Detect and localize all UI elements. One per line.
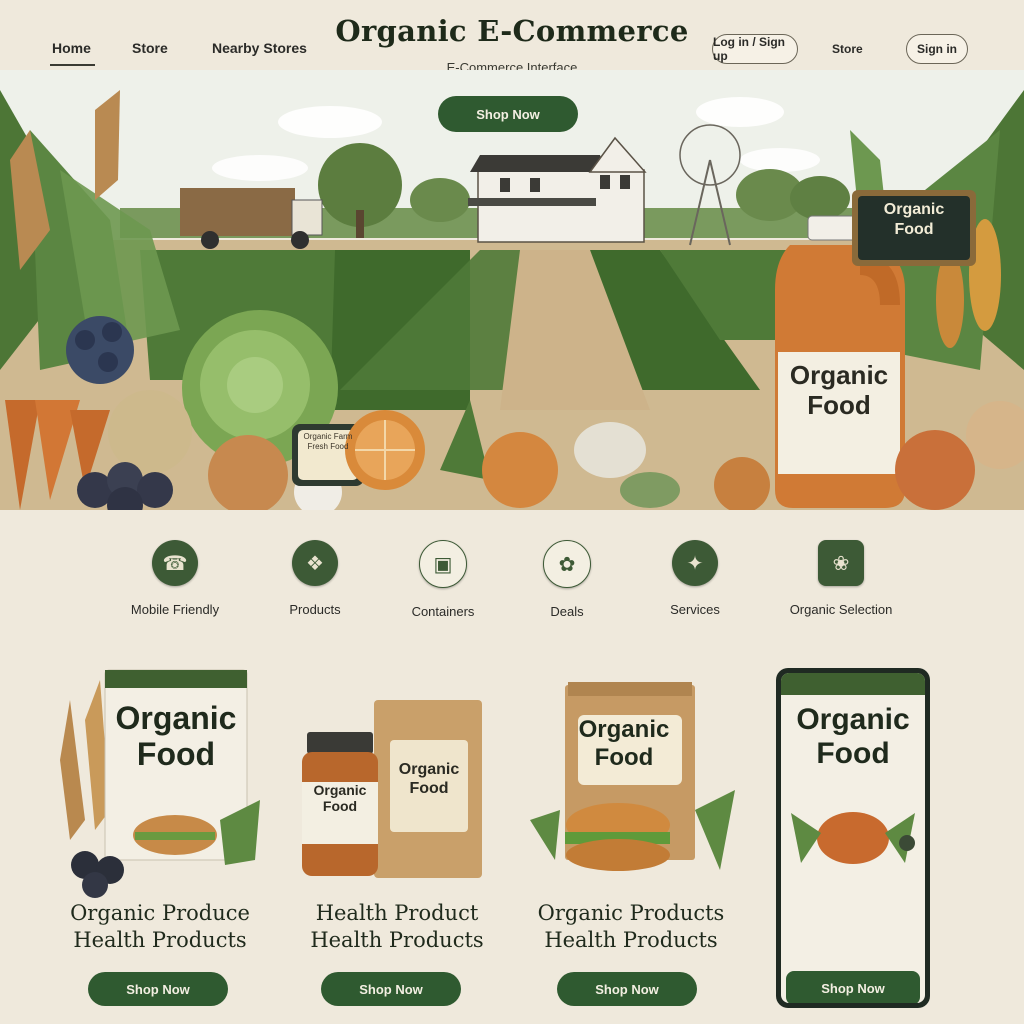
product-4-pack-label: Organic Food — [796, 703, 910, 770]
hero-shop-button[interactable]: Shop Now — [438, 96, 578, 132]
feature-organic-selection[interactable]: ❀ Organic Selection — [771, 540, 911, 617]
product-1-pack-label: Organic Food — [115, 700, 237, 772]
product-title-line: Health Product — [315, 901, 479, 925]
basket-icon: ❖ — [292, 540, 338, 586]
product-subtitle-line: Health Products — [73, 928, 247, 952]
product-subtitle-line: Health Products — [544, 928, 718, 952]
product-title-line: Organic Products — [537, 901, 725, 925]
product-2-jar-label: Organic Food — [313, 782, 367, 814]
phone-mockup: Organic Food Shop Now — [776, 668, 930, 1008]
hero-farm-illustration — [0, 70, 1024, 530]
phone-screen: Organic Food Shop Now — [781, 673, 925, 1003]
product-1-shop-button[interactable]: Shop Now — [88, 972, 228, 1006]
feature-services[interactable]: ✦ Services — [625, 540, 765, 617]
pack-top-band — [781, 673, 925, 695]
product-1-image — [60, 669, 260, 898]
product-2-shop-button[interactable]: Shop Now — [321, 972, 461, 1006]
feature-label: Deals — [550, 604, 584, 619]
product-4-shop-button[interactable]: Shop Now — [786, 971, 920, 1003]
product-2-title: Health Product Health Products — [277, 900, 517, 954]
product-title-line: Organic Produce — [70, 901, 250, 925]
product-3-image — [530, 682, 735, 871]
jar-icon: ▣ — [419, 540, 467, 588]
site-title: Organic E-Commerce — [335, 14, 689, 48]
nav-store-right[interactable]: Store — [832, 42, 863, 56]
small-produce-sign: Organic Farm Fresh Food — [303, 432, 353, 451]
feature-label: Organic Selection — [789, 602, 893, 617]
feature-products[interactable]: ❖ Products — [245, 540, 385, 617]
product-1-title: Organic Produce Health Products — [40, 900, 280, 954]
product-subtitle-line: Health Products — [310, 928, 484, 952]
organic-food-sign: Organic Food — [883, 201, 945, 238]
feature-label: Containers — [411, 604, 475, 619]
tag-icon: ✿ — [543, 540, 591, 588]
product-3-pack-label: Organic Food — [578, 716, 670, 771]
product-2-pack-label: Organic Food — [398, 761, 460, 797]
leaf-icon: ❀ — [818, 540, 864, 586]
account-pill[interactable]: Log in / Sign up — [712, 34, 798, 64]
feature-deals[interactable]: ✿ Deals — [497, 540, 637, 619]
product-3-title: Organic Products Health Products — [511, 900, 751, 954]
product-3-shop-button[interactable]: Shop Now — [557, 972, 697, 1006]
feature-label: Products — [289, 602, 341, 617]
feature-mobile-friendly[interactable]: ☎ Mobile Friendly — [105, 540, 245, 617]
truck-icon: ✦ — [672, 540, 718, 586]
jug-label: Organic Food — [789, 360, 889, 420]
feature-label: Mobile Friendly — [130, 602, 220, 617]
product-4-food-image — [791, 812, 915, 864]
feature-containers[interactable]: ▣ Containers — [373, 540, 513, 619]
signin-pill[interactable]: Sign in — [906, 34, 968, 64]
feature-label: Services — [670, 602, 720, 617]
phone-icon: ☎ — [152, 540, 198, 586]
